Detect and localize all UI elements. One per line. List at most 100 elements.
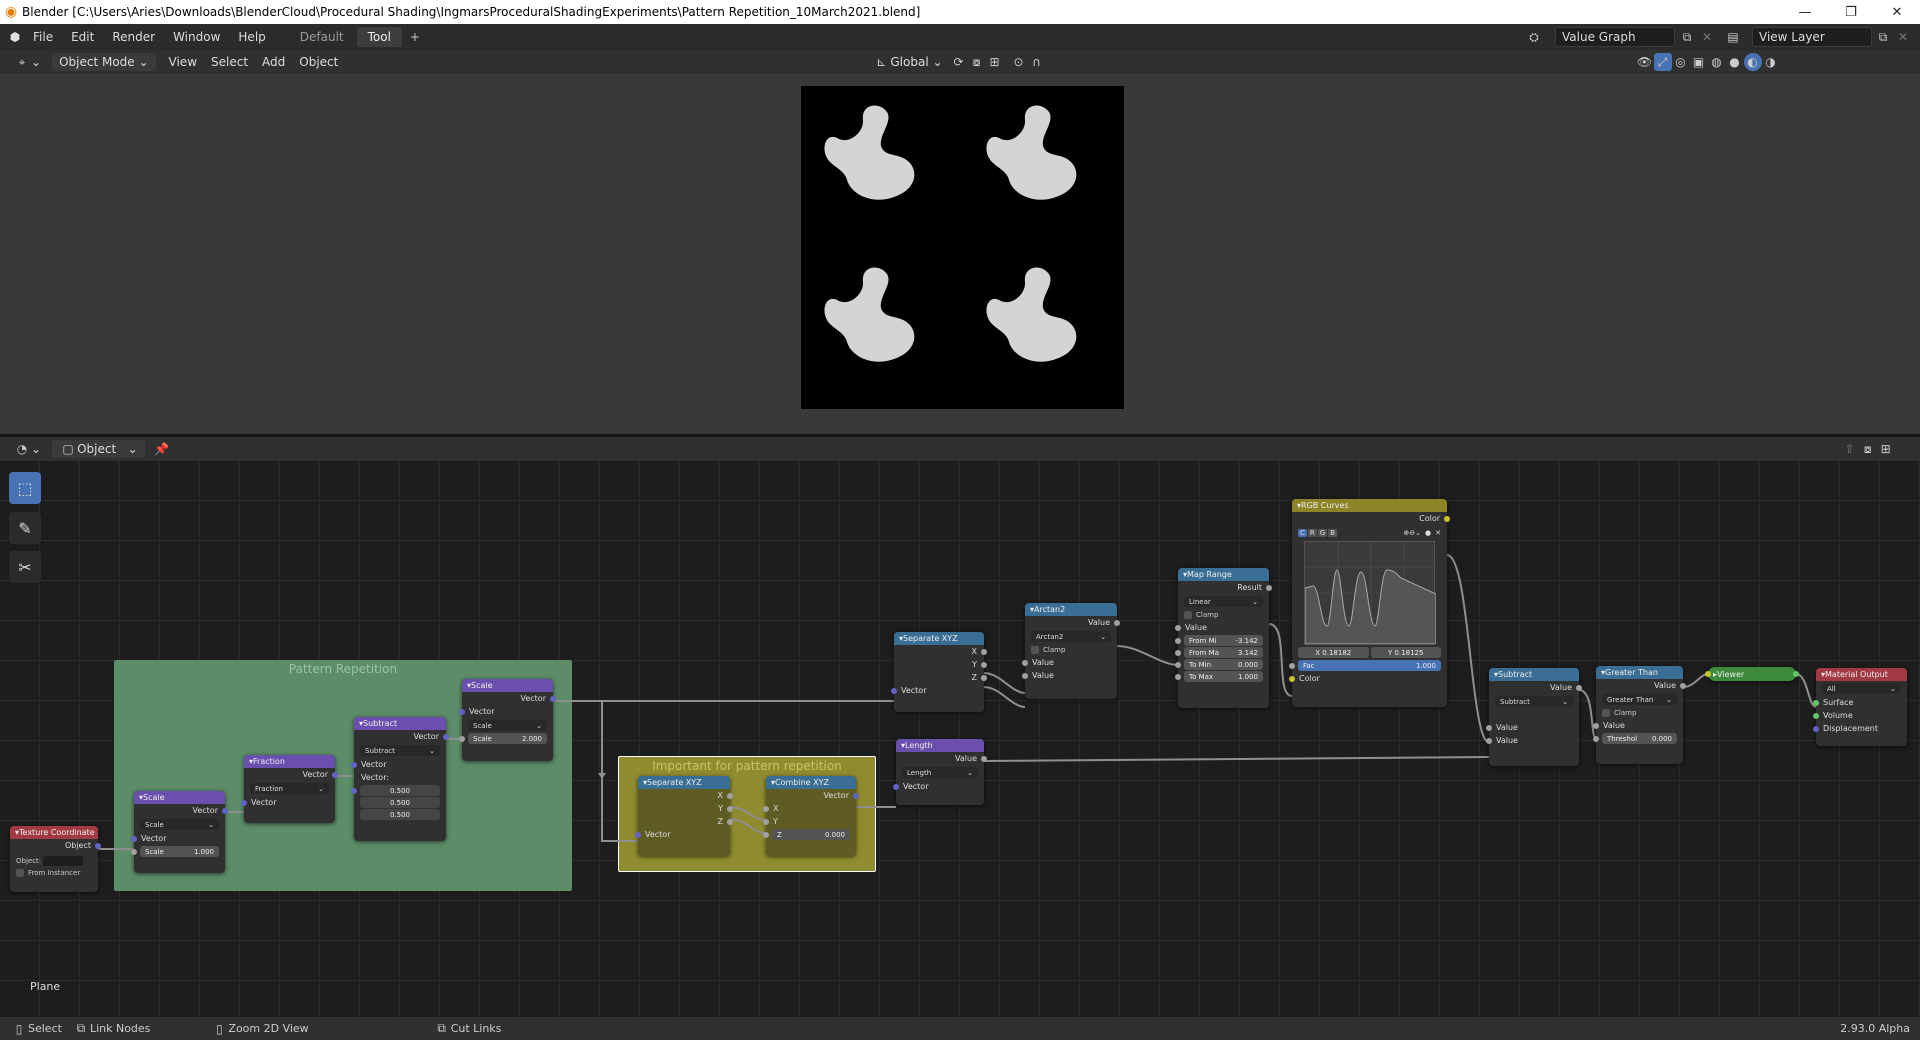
node-viewer[interactable]: ▸ Viewer <box>1705 667 1799 681</box>
scale-field[interactable]: Scale 1.000 <box>131 846 219 857</box>
from-min-field[interactable]: From Mi -3.142 <box>1175 635 1263 646</box>
node-subtract-vector[interactable]: ▾ Subtract Vector Subtract ⌄ Vector Vecto… <box>351 717 449 841</box>
socket-in[interactable] <box>1175 624 1181 631</box>
delete-point-icon[interactable]: ✕ <box>1435 529 1441 537</box>
checkbox-box[interactable] <box>16 868 24 877</box>
socket-out[interactable] <box>981 674 987 681</box>
tab-tool[interactable]: Tool <box>356 27 402 47</box>
overlay-icon[interactable]: ◎ <box>1672 53 1690 71</box>
socket-in[interactable] <box>1175 661 1181 668</box>
restore-button[interactable]: ❐ <box>1828 0 1874 24</box>
socket-in[interactable] <box>131 848 137 855</box>
node-material-output[interactable]: ▾ Material Output All ⌄ Surface Volume Di… <box>1813 668 1907 746</box>
checkbox-box[interactable] <box>1031 645 1039 654</box>
object-picker[interactable]: Object: <box>16 855 92 866</box>
view-menu[interactable]: View <box>162 52 204 72</box>
curve-graph[interactable] <box>1304 541 1437 645</box>
clamp-checkbox[interactable]: Clamp <box>1184 609 1263 620</box>
target-dropdown[interactable]: All ⌄ <box>1822 683 1901 694</box>
node-rgb-curves[interactable]: ▾ RGB Curves Color C R G B ⊕ ⊖ ⌄ ● ✕ X 0… <box>1289 499 1450 707</box>
checkbox-box[interactable] <box>1602 708 1610 717</box>
menu-render[interactable]: Render <box>103 24 164 50</box>
scene-field[interactable]: Value Graph <box>1555 27 1675 47</box>
shader-type-dropdown[interactable]: ▢ Object ⌄ <box>52 440 145 458</box>
to-min-field[interactable]: To Min 0.000 <box>1175 659 1263 670</box>
minimize-button[interactable]: — <box>1782 0 1828 24</box>
object-menu[interactable]: Object <box>292 52 345 72</box>
node-scale-2[interactable]: ▾ Scale Vector Vector Scale ⌄ Scale 2.000 <box>459 679 556 761</box>
clamp-checkbox[interactable]: Clamp <box>1602 707 1677 718</box>
socket-in[interactable] <box>351 761 357 768</box>
from-max-field[interactable]: From Ma 3.142 <box>1175 647 1263 658</box>
socket-out[interactable] <box>727 818 733 825</box>
proportional-edit-icon[interactable]: ⊙ <box>1010 53 1028 71</box>
socket-out[interactable] <box>727 805 733 812</box>
gizmo-icon[interactable]: ⤢ <box>1653 53 1672 71</box>
add-workspace-icon[interactable]: + <box>406 28 424 46</box>
socket-out[interactable] <box>981 648 987 655</box>
close-button[interactable]: ✕ <box>1874 0 1920 24</box>
vector-y-field[interactable]: 0.500 <box>360 797 440 808</box>
interpolation-dropdown[interactable]: Linear ⌄ <box>1184 596 1263 607</box>
socket-in[interactable] <box>1289 675 1295 682</box>
clamp-checkbox[interactable]: Clamp <box>1031 644 1111 655</box>
socket-out[interactable] <box>1444 515 1450 522</box>
xray-icon[interactable]: ▣ <box>1690 53 1708 71</box>
node-arctan2[interactable]: ▾ Arctan2 Value Arctan2 ⌄ Clamp Value Val… <box>1022 603 1120 699</box>
menu-file[interactable]: File <box>24 24 62 50</box>
socket-in[interactable] <box>891 687 897 694</box>
socket-in[interactable] <box>1175 649 1181 656</box>
socket-out[interactable] <box>222 807 228 814</box>
vector-x-field[interactable]: 0.500 <box>351 785 440 796</box>
delete-scene-icon[interactable]: ✕ <box>1698 28 1716 46</box>
socket-out[interactable] <box>95 842 101 849</box>
editor-type-button[interactable]: ⌖ ⌄ <box>6 52 48 72</box>
channel-b[interactable]: B <box>1328 529 1338 537</box>
threshold-field[interactable]: Threshol 0.000 <box>1593 733 1677 744</box>
checkbox-box[interactable] <box>1184 610 1192 619</box>
socket-out[interactable] <box>853 792 859 799</box>
y-coordinate-field[interactable]: Y 0.18125 <box>1370 647 1441 658</box>
socket-in[interactable] <box>351 787 357 794</box>
socket-out[interactable] <box>1680 682 1686 689</box>
blender-menu-icon[interactable]: ⬢ <box>6 28 24 46</box>
node-snap-element-icon[interactable]: ⊞ <box>1877 440 1895 458</box>
clip-icon[interactable]: ● <box>1425 529 1431 537</box>
socket-in[interactable] <box>241 799 247 806</box>
operation-dropdown[interactable]: Subtract ⌄ <box>360 745 440 756</box>
socket-in[interactable] <box>1175 673 1181 680</box>
socket-out[interactable] <box>332 771 338 778</box>
socket-in[interactable] <box>763 831 769 838</box>
new-scene-icon[interactable]: ⧉ <box>1678 28 1696 46</box>
socket-in[interactable] <box>459 708 465 715</box>
node-editor-canvas[interactable]: ⬚ ✎ ✂ Pattern Repetition Important for p… <box>0 461 1920 1017</box>
fac-field[interactable]: Fac 1.000 <box>1289 660 1441 671</box>
socket-in[interactable] <box>763 805 769 812</box>
add-menu[interactable]: Add <box>255 52 292 72</box>
mode-dropdown[interactable]: Object Mode ⌄ <box>52 53 156 71</box>
node-editor-type-button[interactable]: ◔ ⌄ <box>6 439 48 459</box>
operation-dropdown[interactable]: Length ⌄ <box>902 767 978 778</box>
node-greater-than[interactable]: ▾ Greater Than Value Greater Than ⌄ Clamp… <box>1593 666 1686 764</box>
vector-z-field[interactable]: 0.500 <box>360 809 440 820</box>
socket-in[interactable] <box>1813 699 1819 706</box>
socket-out[interactable] <box>727 792 733 799</box>
socket-in[interactable] <box>1022 659 1028 666</box>
scale-field[interactable]: Scale 2.000 <box>459 733 547 744</box>
menu-edit[interactable]: Edit <box>62 24 103 50</box>
scene-icon[interactable]: ⛭ <box>1525 28 1543 46</box>
3d-viewport[interactable] <box>0 74 1920 434</box>
socket-out[interactable] <box>443 733 449 740</box>
socket-in[interactable] <box>1486 724 1492 731</box>
operation-dropdown[interactable]: Subtract ⌄ <box>1495 696 1573 707</box>
snap-target-icon[interactable]: ⊞ <box>986 53 1004 71</box>
curve-tools-icon[interactable]: ⌄ <box>1415 529 1421 537</box>
node-separate-xyz-1[interactable]: ▾ Separate XYZ X Y Z Vector <box>635 776 733 856</box>
new-view-layer-icon[interactable]: ⧉ <box>1874 28 1892 46</box>
rendered-shading-icon[interactable]: ◑ <box>1762 53 1780 71</box>
node-length[interactable]: ▾ Length Value Length ⌄ Vector <box>893 739 987 805</box>
operation-dropdown[interactable]: Scale ⌄ <box>468 720 547 731</box>
node-fraction[interactable]: ▾ Fraction Vector Fraction ⌄ Vector <box>241 755 338 823</box>
orientation-dropdown[interactable]: ⊾ Global ⌄ <box>865 52 949 72</box>
pin-icon[interactable]: 📌 <box>153 440 171 458</box>
